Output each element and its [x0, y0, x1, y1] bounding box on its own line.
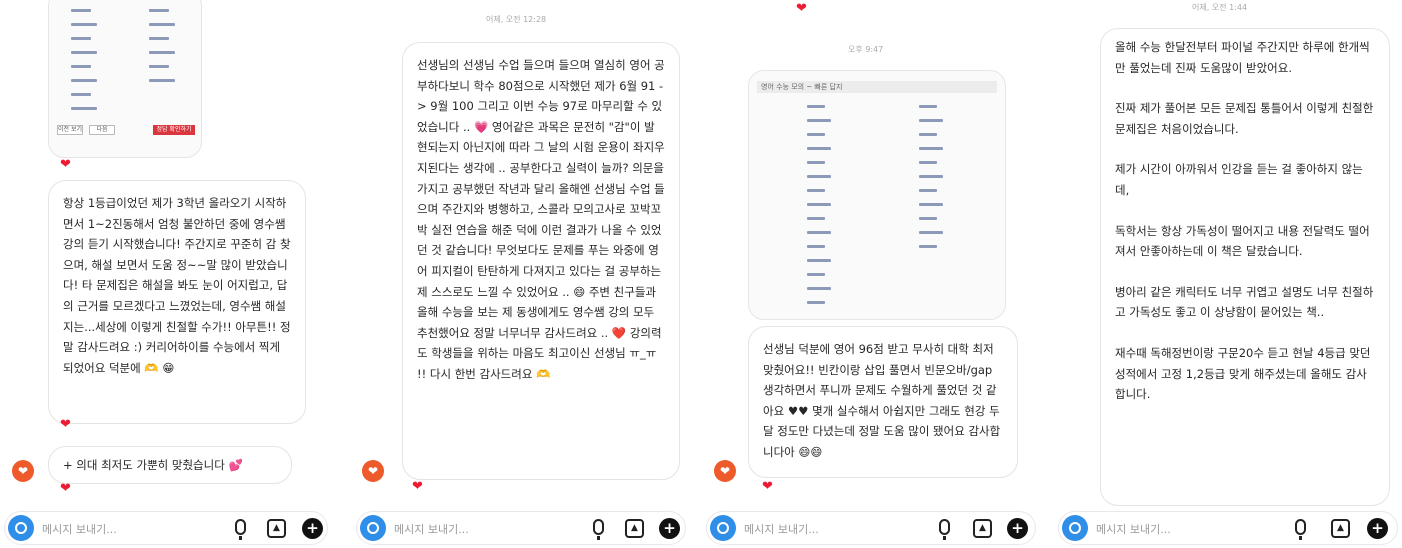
- plus-circle-icon[interactable]: +: [659, 518, 680, 539]
- microphone-icon[interactable]: [593, 519, 604, 540]
- chat-panel-3: ❤ 오후 9:47 영어 수능 모의 ~ 빠른 답지 선생님 덕분에 영어 96…: [700, 0, 1040, 548]
- timestamp: 오후 9:47: [848, 45, 884, 54]
- message-composer: 메시지 보내기... ▲ +: [706, 511, 1036, 545]
- card-header: 영어 수능 모의 ~ 빠른 답지: [757, 81, 997, 93]
- timestamp: 어제, 오전 12:28: [486, 15, 547, 24]
- plus-circle-icon[interactable]: +: [302, 518, 323, 539]
- message-composer: 메시지 보내기... ▲ +: [4, 511, 328, 545]
- camera-icon[interactable]: [710, 515, 736, 541]
- microphone-icon[interactable]: [235, 519, 246, 540]
- image-message-answer-sheet[interactable]: 이전 보기 다음 정답 확인하기: [48, 0, 202, 158]
- heart-reaction-icon[interactable]: ❤: [12, 460, 34, 482]
- message-text: 병아리 같은 캐릭터도 너무 귀엽고 설명도 너무 친절하고 가독성도 좋고 이…: [1115, 284, 1374, 320]
- message-text: 진짜 제가 풀어본 모든 문제집 통틀어서 이렇게 친절한 문제집은 처음이었습…: [1115, 101, 1374, 136]
- image-icon[interactable]: ▲: [1331, 519, 1350, 538]
- plus-circle-icon[interactable]: +: [1007, 518, 1028, 539]
- heart-icon: ❤: [60, 157, 71, 172]
- image-icon[interactable]: ▲: [973, 519, 992, 538]
- message-text: 재수때 독해정번이랑 구문20수 듣고 현날 4등급 맞던 성적에서 고정 1,…: [1115, 345, 1371, 402]
- message-input[interactable]: 메시지 보내기...: [42, 521, 117, 537]
- heart-reaction-icon[interactable]: ❤: [362, 460, 384, 482]
- card-next-button: 다음: [89, 125, 115, 135]
- message-bubble: 선생님의 선생님 수업 들으며 들으며 열심히 영어 공부하다보니 학수 80점…: [402, 42, 680, 480]
- plus-circle-icon[interactable]: +: [1367, 518, 1388, 539]
- heart-reaction-icon[interactable]: ❤: [714, 460, 736, 482]
- message-text: 선생님의 선생님 수업 들으며 들으며 열심히 영어 공부하다보니 학수 80점…: [417, 58, 665, 381]
- image-message-answer-sheet[interactable]: 영어 수능 모의 ~ 빠른 답지: [748, 70, 1006, 320]
- message-text: + 의대 최저도 가뿐히 맞췄습니다 💕: [63, 458, 243, 472]
- heart-icon: ❤: [796, 1, 807, 16]
- message-bubble: 선생님 덕분에 영어 96점 받고 무사히 대학 최저 맞췄어요!! 빈칸이랑 …: [748, 326, 1018, 478]
- message-text: 올해 수능 한달전부터 파이널 주간지만 하루에 한개씩만 풀었는데 진짜 도움…: [1115, 40, 1370, 75]
- message-bubble: 올해 수능 한달전부터 파이널 주간지만 하루에 한개씩만 풀었는데 진짜 도움…: [1100, 28, 1390, 506]
- message-text: 독학서는 항상 가독성이 떨어지고 내용 전달력도 떨어져서 안좋아하는데 이 …: [1115, 223, 1370, 259]
- heart-icon: ❤: [60, 417, 71, 432]
- message-input[interactable]: 메시지 보내기...: [1096, 521, 1171, 537]
- camera-icon[interactable]: [360, 515, 386, 541]
- microphone-icon[interactable]: [939, 519, 950, 540]
- card-prev-button: 이전 보기: [57, 125, 83, 135]
- camera-icon[interactable]: [1062, 515, 1088, 541]
- message-bubble: 항상 1등급이었던 제가 3학년 올라오기 시작하면서 1~2진동해서 엄청 불…: [48, 180, 306, 424]
- microphone-icon[interactable]: [1295, 519, 1306, 540]
- message-composer: 메시지 보내기... ▲ +: [1058, 511, 1398, 545]
- message-bubble: + 의대 최저도 가뿐히 맞췄습니다 💕: [48, 446, 292, 484]
- camera-icon[interactable]: [8, 515, 34, 541]
- image-icon[interactable]: ▲: [267, 519, 286, 538]
- heart-icon: ❤: [762, 479, 773, 494]
- heart-icon: ❤: [60, 481, 71, 496]
- chat-panel-2: 어제, 오전 12:28 선생님의 선생님 수업 들으며 들으며 열심히 영어 …: [350, 0, 690, 548]
- message-text: 항상 1등급이었던 제가 3학년 올라오기 시작하면서 1~2진동해서 엄청 불…: [63, 196, 291, 375]
- chat-panel-4: 어제, 오전 1:44 올해 수능 한달전부터 파이널 주간지만 하루에 한개씩…: [1050, 0, 1402, 548]
- chat-panel-1: 이전 보기 다음 정답 확인하기 ❤ 항상 1등급이었던 제가 3학년 올라오기…: [0, 0, 330, 548]
- message-input[interactable]: 메시지 보내기...: [394, 521, 469, 537]
- card-check-button: 정답 확인하기: [153, 125, 195, 135]
- message-text: 선생님 덕분에 영어 96점 받고 무사히 대학 최저 맞췄어요!! 빈칸이랑 …: [763, 342, 1001, 459]
- image-icon[interactable]: ▲: [625, 519, 644, 538]
- heart-icon: ❤: [412, 479, 423, 494]
- timestamp: 어제, 오전 1:44: [1192, 3, 1248, 12]
- message-text: 제가 시간이 아까워서 인강을 듣는 걸 좋아하지 않는데,: [1115, 162, 1363, 197]
- message-input[interactable]: 메시지 보내기...: [744, 521, 819, 537]
- message-composer: 메시지 보내기... ▲ +: [356, 511, 686, 545]
